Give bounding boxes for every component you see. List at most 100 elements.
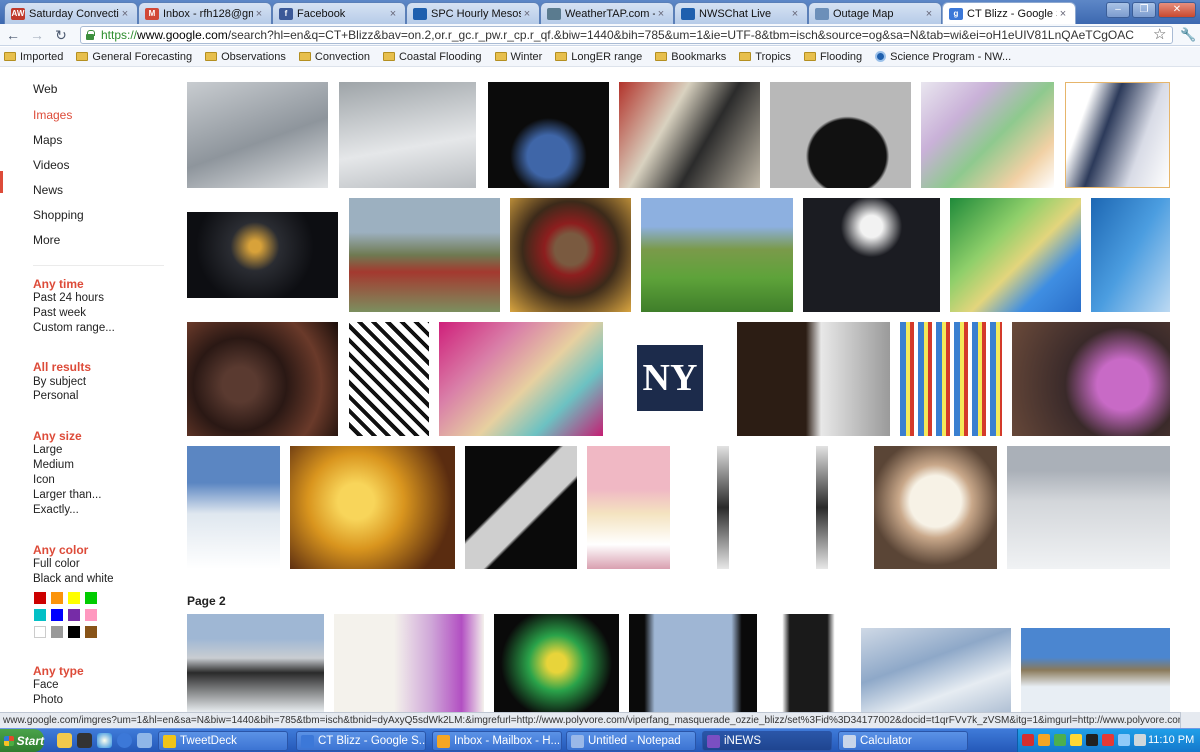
browser-tab[interactable]: AW Saturday Convection T× [4, 2, 138, 24]
browser-tab[interactable]: NWSChat Live × [674, 2, 808, 24]
any-size-filter[interactable]: Any size [33, 429, 82, 443]
color-swatch[interactable] [85, 626, 97, 638]
taskbar-button[interactable]: CT Blizz - Google S... [296, 731, 426, 751]
bookmark-item[interactable]: Observations [205, 51, 286, 63]
maximize-button[interactable]: ❐ [1132, 2, 1156, 18]
bookmark-item[interactable]: Tropics [739, 51, 791, 63]
image-result[interactable] [1021, 628, 1170, 712]
chrome-icon[interactable] [117, 733, 132, 748]
back-arrow-icon[interactable]: ← [4, 26, 22, 44]
url-text[interactable]: https://www.google.com/search?hl=en&q=CT… [101, 28, 1134, 42]
filter-past-24-hours[interactable]: Past 24 hours [33, 292, 104, 304]
close-window-button[interactable]: ✕ [1158, 2, 1196, 18]
image-result[interactable] [187, 446, 280, 569]
quicklaunch-icon[interactable] [97, 733, 112, 748]
browser-tab[interactable]: SPC Hourly Mesoscale A× [406, 2, 540, 24]
image-result[interactable] [587, 446, 670, 569]
tray-icon[interactable] [1070, 734, 1082, 746]
taskbar-button[interactable]: Inbox - Mailbox - H... [432, 731, 562, 751]
color-swatch[interactable] [85, 592, 97, 604]
filter-exactly[interactable]: Exactly... [33, 504, 79, 516]
image-result[interactable] [771, 614, 846, 712]
image-result[interactable] [1012, 322, 1170, 436]
bookmark-item[interactable]: Bookmarks [655, 51, 726, 63]
close-tab-icon[interactable]: × [923, 8, 935, 20]
image-result[interactable] [770, 82, 911, 188]
image-result[interactable] [950, 198, 1081, 312]
filter-icon[interactable]: Icon [33, 474, 55, 486]
image-result[interactable] [1065, 82, 1170, 188]
close-tab-icon[interactable]: × [655, 8, 667, 20]
bookmark-item[interactable]: Science Program - NW... [875, 51, 1011, 63]
vertical-more[interactable]: More [33, 233, 60, 247]
filter-photo[interactable]: Photo [33, 694, 63, 706]
quicklaunch-icon[interactable] [137, 733, 152, 748]
close-tab-icon[interactable]: × [789, 8, 801, 20]
image-result-ny-logo[interactable]: NY [637, 345, 703, 411]
filter-black-and-white[interactable]: Black and white [33, 573, 114, 585]
image-result[interactable] [187, 82, 328, 188]
color-swatch[interactable] [34, 626, 46, 638]
filter-full-color[interactable]: Full color [33, 558, 80, 570]
color-swatch[interactable] [51, 626, 63, 638]
address-bar[interactable]: https://www.google.com/search?hl=en&q=CT… [80, 26, 1173, 44]
image-result[interactable] [717, 446, 729, 569]
bookmark-star-icon[interactable]: ☆ [1153, 26, 1166, 44]
tray-icon[interactable] [1118, 734, 1130, 746]
filter-custom-range[interactable]: Custom range... [33, 322, 115, 334]
tray-icon[interactable] [1054, 734, 1066, 746]
quicklaunch-icon[interactable] [77, 733, 92, 748]
vertical-maps[interactable]: Maps [33, 133, 62, 147]
image-result[interactable] [439, 322, 603, 436]
close-tab-icon[interactable]: × [387, 8, 399, 20]
image-result[interactable] [349, 198, 500, 312]
image-result[interactable] [187, 614, 324, 712]
close-tab-icon[interactable]: × [253, 8, 265, 20]
color-swatch[interactable] [34, 609, 46, 621]
taskbar-button[interactable]: iNEWS [702, 731, 832, 751]
vertical-images[interactable]: Images [33, 108, 72, 122]
image-result[interactable] [816, 446, 828, 569]
start-button[interactable]: Start [0, 729, 44, 752]
bookmark-item[interactable]: Flooding [803, 51, 862, 63]
bookmark-item[interactable]: Coastal Flooding [382, 51, 482, 63]
filter-personal[interactable]: Personal [33, 390, 78, 402]
image-result[interactable] [874, 446, 997, 569]
any-time-filter[interactable]: Any time [33, 277, 84, 291]
taskbar-button[interactable]: TweetDeck [158, 731, 288, 751]
filter-large[interactable]: Large [33, 444, 62, 456]
browser-tab[interactable]: g CT Blizz - Google Searc× [942, 2, 1076, 24]
filter-face[interactable]: Face [33, 679, 59, 691]
filter-larger-than[interactable]: Larger than... [33, 489, 101, 501]
image-result[interactable] [339, 82, 476, 188]
wrench-menu-icon[interactable]: 🔧 [1180, 26, 1196, 44]
close-tab-icon[interactable]: × [119, 8, 131, 20]
any-color-filter[interactable]: Any color [33, 543, 88, 557]
filter-past-week[interactable]: Past week [33, 307, 86, 319]
bookmark-item[interactable]: General Forecasting [76, 51, 192, 63]
image-result[interactable] [334, 614, 484, 712]
color-swatch[interactable] [68, 592, 80, 604]
forward-arrow-icon[interactable]: → [28, 26, 46, 44]
tray-icon[interactable] [1022, 734, 1034, 746]
color-swatch[interactable] [34, 592, 46, 604]
tray-icon[interactable] [1086, 734, 1098, 746]
image-result[interactable] [1007, 446, 1170, 569]
tray-icon[interactable] [1102, 734, 1114, 746]
color-swatch[interactable] [68, 626, 80, 638]
image-result[interactable] [861, 628, 1011, 712]
bookmark-item[interactable]: LongER range [555, 51, 642, 63]
vertical-web[interactable]: Web [33, 82, 57, 96]
image-result[interactable] [494, 614, 619, 712]
image-result[interactable] [290, 446, 455, 569]
volume-icon[interactable] [1134, 734, 1146, 746]
bookmark-item[interactable]: Winter [494, 51, 542, 63]
close-tab-icon[interactable]: × [1057, 8, 1069, 20]
reload-icon[interactable]: ↻ [52, 26, 70, 44]
browser-tab[interactable]: f Facebook × [272, 2, 406, 24]
close-tab-icon[interactable]: × [521, 8, 533, 20]
vertical-shopping[interactable]: Shopping [33, 208, 84, 222]
image-result[interactable] [629, 614, 757, 712]
browser-tab[interactable]: M Inbox - rfh128@gmail.c× [138, 2, 272, 24]
browser-tab[interactable]: WeatherTAP.com - Ne× [540, 2, 674, 24]
